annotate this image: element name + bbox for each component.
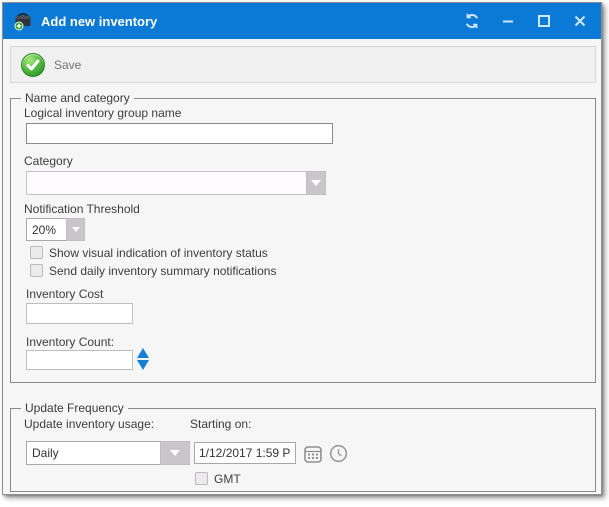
inventory-cost-label: Inventory Cost — [26, 287, 103, 301]
clock-icon[interactable] — [328, 443, 348, 463]
category-dropdown[interactable] — [26, 171, 326, 195]
group-name-label: Logical inventory group name — [24, 106, 181, 120]
spinner-down-icon[interactable] — [137, 360, 149, 370]
group-name-input[interactable] — [26, 123, 333, 144]
title-bar[interactable]: Add new inventory — [3, 3, 601, 39]
usage-dropdown[interactable]: Daily — [26, 441, 190, 465]
save-button-label: Save — [54, 58, 81, 72]
inventory-add-window-icon — [13, 12, 33, 31]
spinner-up-icon[interactable] — [137, 348, 149, 358]
inventory-count-input[interactable] — [26, 350, 133, 370]
category-value — [26, 171, 306, 195]
toolbar: Save — [10, 46, 596, 83]
starting-on-label: Starting on: — [190, 417, 251, 431]
visual-indication-checkbox[interactable] — [30, 246, 43, 259]
threshold-dropdown[interactable]: 20% — [26, 218, 85, 241]
usage-label: Update inventory usage: — [24, 417, 154, 431]
threshold-value: 20% — [26, 218, 66, 241]
maximize-icon[interactable] — [533, 10, 555, 32]
inventory-cost-input[interactable] — [26, 303, 133, 324]
threshold-label: Notification Threshold — [24, 202, 140, 216]
daily-summary-checkbox[interactable] — [30, 264, 43, 277]
close-icon[interactable] — [569, 10, 591, 32]
minimize-icon[interactable] — [497, 10, 519, 32]
inventory-count-spinner[interactable] — [137, 348, 149, 370]
gmt-checkbox-label: GMT — [214, 472, 241, 486]
save-check-icon — [21, 53, 45, 77]
refresh-icon[interactable] — [461, 10, 483, 32]
gmt-checkbox[interactable] — [195, 472, 208, 485]
add-new-inventory-dialog: Add new inventory — [2, 2, 602, 495]
category-label: Category — [24, 154, 73, 168]
usage-value: Daily — [26, 441, 160, 465]
dropdown-arrow-icon[interactable] — [66, 218, 85, 241]
inventory-count-label: Inventory Count: — [26, 335, 114, 349]
starting-on-input[interactable] — [194, 442, 296, 464]
update-frequency-legend: Update Frequency — [21, 401, 128, 415]
save-button[interactable]: Save — [19, 51, 91, 79]
name-and-category-legend: Name and category — [21, 91, 134, 105]
window-title: Add new inventory — [41, 14, 157, 29]
calendar-icon[interactable] — [302, 443, 323, 464]
dropdown-arrow-icon[interactable] — [306, 171, 326, 195]
daily-summary-checkbox-label: Send daily inventory summary notificatio… — [49, 264, 276, 278]
dropdown-arrow-icon[interactable] — [160, 441, 190, 465]
visual-indication-checkbox-label: Show visual indication of inventory stat… — [49, 246, 268, 260]
